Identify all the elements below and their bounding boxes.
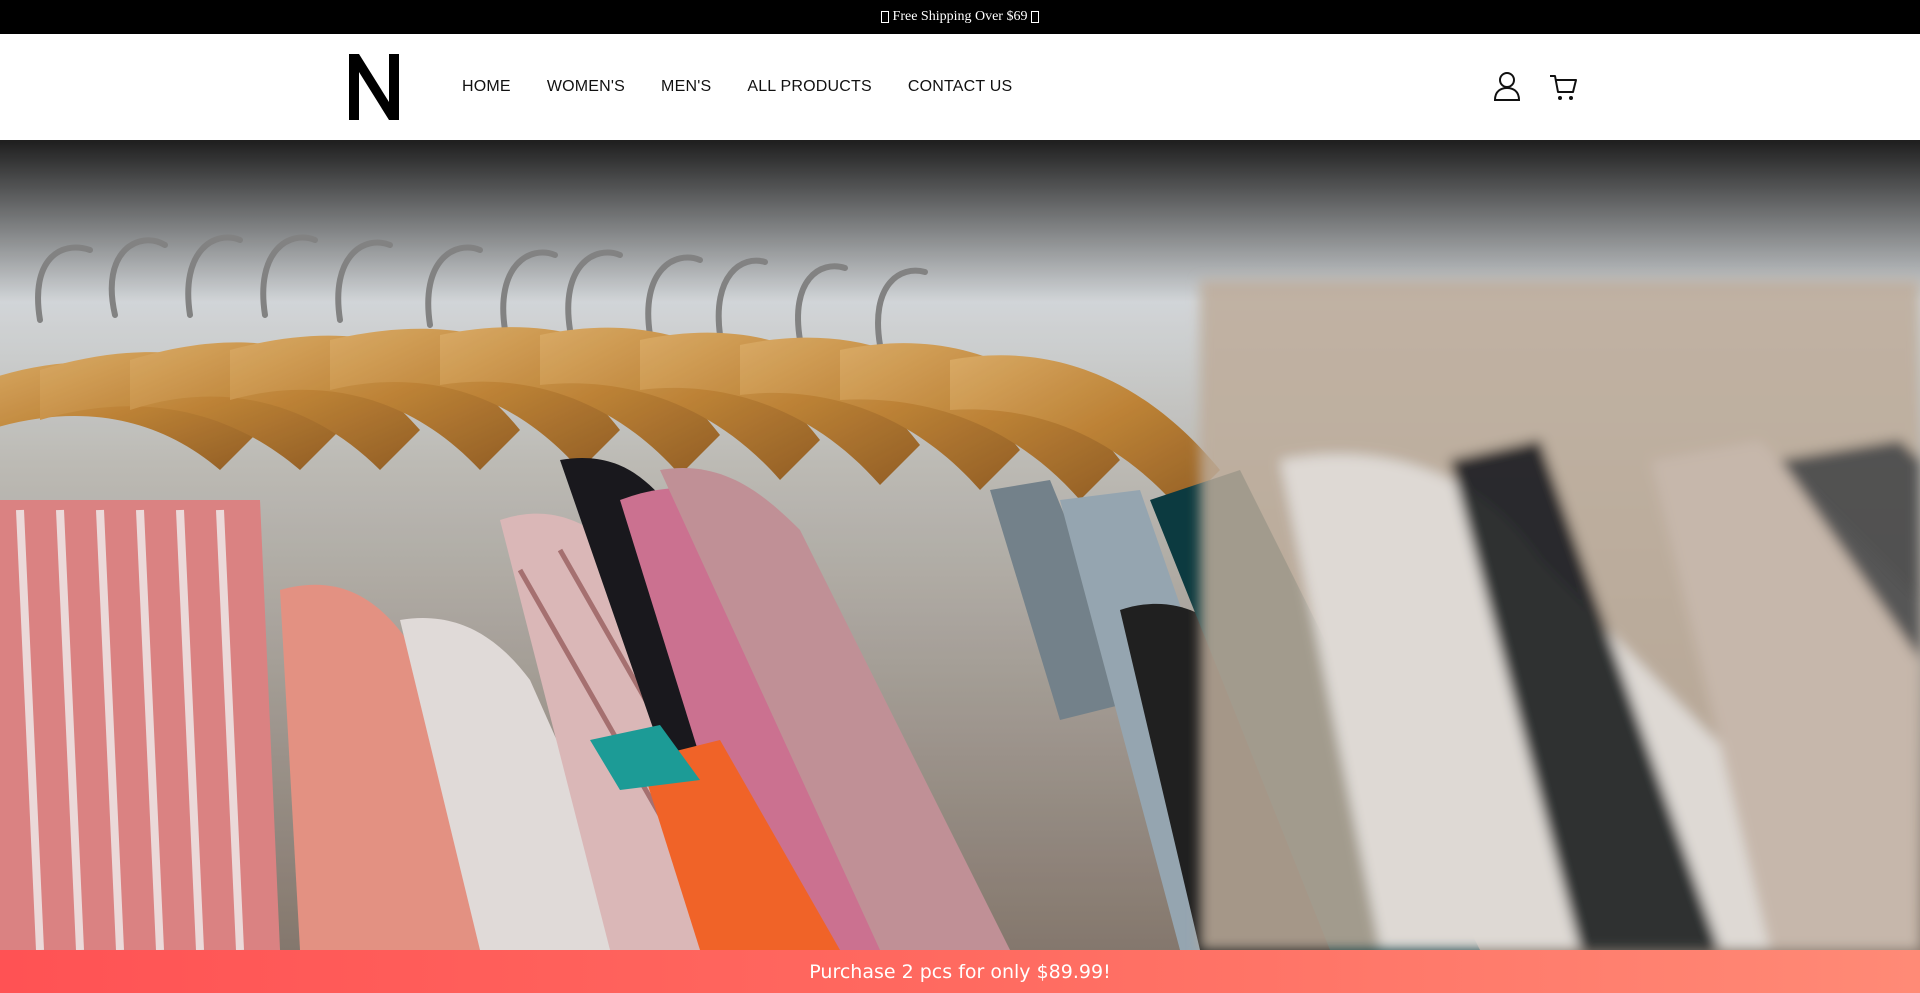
nav-womens[interactable]: WOMEN'S (547, 78, 625, 96)
gift-icon (880, 11, 889, 23)
hero-banner[interactable] (0, 140, 1920, 950)
nav-all-products[interactable]: ALL PRODUCTS (747, 78, 872, 96)
announcement-text: Free Shipping Over $69 (892, 9, 1028, 24)
promo-bar[interactable]: Purchase 2 pcs for only $89.99! (0, 950, 1920, 993)
user-icon[interactable] (1492, 70, 1522, 102)
nav-contact-us[interactable]: CONTACT US (908, 78, 1013, 96)
nav-mens[interactable]: MEN'S (661, 78, 711, 96)
announcement-bar: Free Shipping Over $69 (0, 0, 1920, 34)
site-header: HOME WOMEN'S MEN'S ALL PRODUCTS CONTACT … (0, 34, 1920, 140)
main-navigation: HOME WOMEN'S MEN'S ALL PRODUCTS CONTACT … (462, 34, 1012, 140)
brand-logo[interactable] (349, 54, 399, 120)
hero-image (0, 140, 1920, 950)
promo-text: Purchase 2 pcs for only $89.99! (809, 960, 1111, 983)
gift-icon (1031, 11, 1040, 23)
cart-icon[interactable] (1548, 70, 1578, 102)
header-actions (1492, 70, 1578, 102)
nav-home[interactable]: HOME (462, 78, 511, 96)
